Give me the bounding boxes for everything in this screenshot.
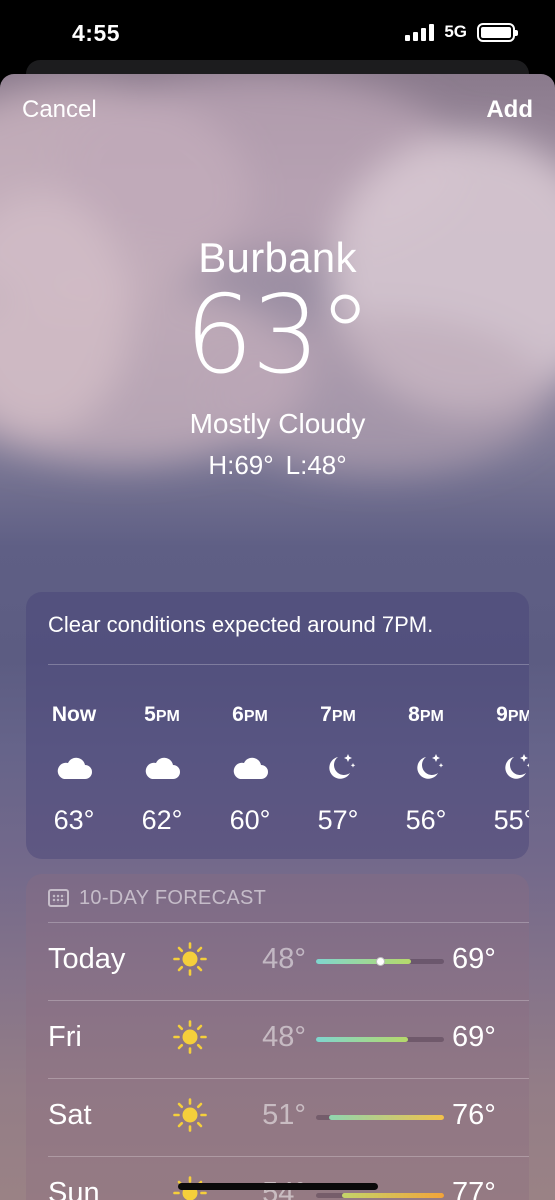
- forecast-title: 10-DAY FORECAST: [79, 886, 267, 909]
- weather-sheet: Cancel Add Burbank 63° Mostly Cloudy H:6…: [0, 74, 555, 1200]
- hourly-forecast-card[interactable]: Clear conditions expected around 7PM. No…: [26, 592, 529, 859]
- hour-temperature: 62°: [141, 805, 183, 835]
- status-time: 4:55: [72, 20, 121, 46]
- network-type: 5G: [444, 22, 467, 41]
- day-name: Sat: [48, 1099, 92, 1131]
- status-bar: 4:55 5G: [0, 0, 555, 64]
- day-name: Today: [48, 943, 126, 975]
- sun-icon: [172, 1019, 208, 1055]
- hour-label: 6PM: [232, 703, 268, 726]
- forecast-header: 10-DAY FORECAST: [26, 874, 529, 922]
- status-indicators: 5G: [405, 22, 518, 42]
- high-temperature: 76°: [452, 1099, 496, 1131]
- forecast-row[interactable]: Today 48° 69°: [26, 923, 529, 1000]
- forecast-list: Today 48° 69° Fri 48° 69° Sat 51° 76° Sun54°77°: [26, 922, 529, 1200]
- cloud-icon: [142, 751, 182, 785]
- high-temperature: 77°: [452, 1177, 496, 1200]
- hour-label: 8PM: [408, 703, 444, 726]
- hour-label: Now: [51, 703, 97, 726]
- day-name: Fri: [48, 1021, 82, 1053]
- hour-temperature: 57°: [317, 805, 359, 835]
- hour-temperature: 55°: [493, 805, 529, 835]
- temperature-range-bar: [316, 957, 444, 966]
- hourly-list[interactable]: Now 63° 5PM 62° 6PM 60° 7PM 57° 8PM 56° 9PM 55°: [26, 665, 529, 859]
- temperature-range-bar: [316, 1193, 444, 1198]
- current-weather: Burbank 63° Mostly Cloudy H:69° L:48°: [0, 234, 555, 481]
- sun-icon: [172, 941, 208, 977]
- temperature-range-fill: [316, 1037, 409, 1042]
- hourly-summary: Clear conditions expected around 7PM.: [48, 612, 434, 637]
- hour-label: 7PM: [320, 703, 356, 726]
- hour-label: 5PM: [144, 703, 180, 726]
- moon-stars-icon: [406, 751, 446, 785]
- battery-icon: [477, 22, 518, 42]
- moon-stars-icon: [494, 751, 529, 785]
- high-temperature: 69°: [452, 943, 496, 975]
- cellular-signal-icon: [405, 23, 435, 41]
- low-temperature: 48°: [262, 1021, 306, 1053]
- home-indicator[interactable]: [178, 1183, 378, 1190]
- forecast-row[interactable]: Sun54°77°: [26, 1157, 529, 1200]
- hour-label: 9PM: [496, 703, 529, 726]
- cancel-button[interactable]: Cancel: [22, 96, 97, 124]
- cloud-icon: [54, 751, 94, 785]
- hour-temperature: 63°: [53, 805, 95, 835]
- forecast-row[interactable]: Fri 48° 69°: [26, 1001, 529, 1078]
- current-temp-dot: [375, 957, 385, 966]
- calendar-icon: [48, 889, 69, 907]
- moon-stars-icon: [318, 751, 358, 785]
- cloud-icon: [230, 751, 270, 785]
- temperature-range-fill: [316, 959, 411, 964]
- day-name: Sun: [48, 1177, 100, 1200]
- temperature-range-fill: [328, 1115, 444, 1120]
- sun-icon: [172, 1097, 208, 1133]
- hour-temperature: 56°: [405, 805, 447, 835]
- temperature-range-bar: [316, 1037, 444, 1042]
- high-temperature: H:69°: [208, 450, 274, 480]
- current-temperature: 63°: [184, 273, 372, 398]
- temperature-range-fill: [341, 1193, 444, 1198]
- low-temperature: 51°: [262, 1099, 306, 1131]
- high-low: H:69° L:48°: [0, 450, 555, 481]
- add-button[interactable]: Add: [486, 96, 533, 124]
- condition-text: Mostly Cloudy: [189, 408, 366, 439]
- temperature-range-bar: [316, 1115, 444, 1120]
- low-temperature: 48°: [262, 943, 306, 975]
- high-temperature: 69°: [452, 1021, 496, 1053]
- ten-day-forecast-card[interactable]: 10-DAY FORECAST Today 48° 69° Fri 48° 69° Sat 5…: [26, 874, 529, 1200]
- low-temperature: L:48°: [285, 450, 347, 480]
- forecast-row[interactable]: Sat 51° 76°: [26, 1079, 529, 1156]
- hour-temperature: 60°: [229, 805, 271, 835]
